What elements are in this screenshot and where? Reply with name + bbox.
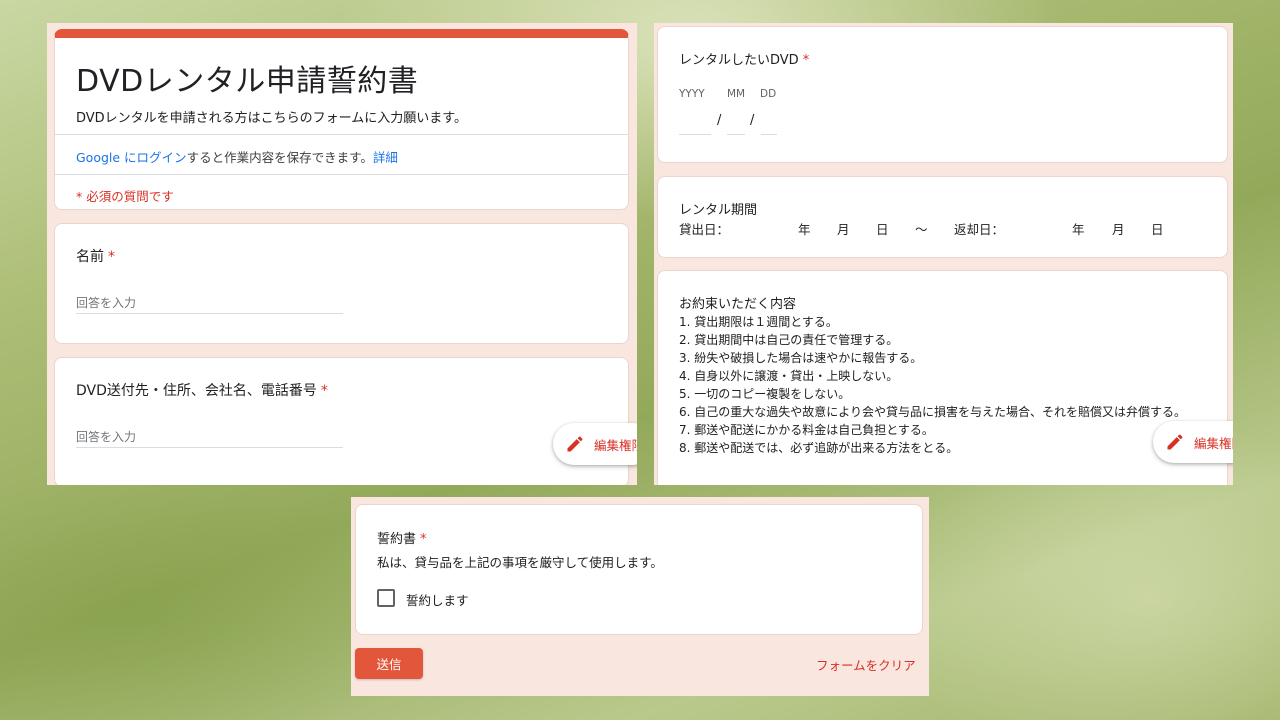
question-title: レンタルしたいDVD xyxy=(679,53,799,68)
pledge-checkbox-label[interactable]: 誓約します xyxy=(406,590,469,609)
terms-item: 3. 紛失や破損した場合は速やかに報告する。 xyxy=(679,351,923,365)
terms-item: 7. 郵送や配送にかかる料金は自己負担とする。 xyxy=(679,423,934,437)
day-format-label: DD xyxy=(760,88,777,100)
return-month-label: 月 xyxy=(1112,222,1125,237)
question-card-pledge: 誓約書 * 私は、貸与品を上記の事項を厳守して使用します。 誓約します xyxy=(355,504,923,635)
pencil-icon xyxy=(1167,434,1183,450)
return-date-label: 返却日： xyxy=(954,222,1005,237)
return-year-label: 年 xyxy=(1072,222,1085,237)
divider xyxy=(55,174,628,175)
tilde-separator: 〜 xyxy=(915,222,928,237)
terms-list: 1. 貸出期限は１週間とする。 2. 貸出期間中は自己の責任で管理する。 3. … xyxy=(679,313,1209,457)
rental-period-title: レンタル期間 xyxy=(679,203,758,218)
required-asterisk: * xyxy=(108,249,115,265)
login-notice-text: すると作業内容を保存できます。 xyxy=(186,150,373,165)
submit-button[interactable]: 送信 xyxy=(355,648,423,679)
month-input[interactable] xyxy=(727,115,745,135)
date-format-labels: YYYY MM DD xyxy=(679,88,776,100)
edit-permission-label: 編集権限 xyxy=(594,437,637,453)
loan-year-label: 年 xyxy=(798,222,811,237)
form-description: DVDレンタルを申請される方はこちらのフォームに入力願います。 xyxy=(76,111,467,126)
loan-month-label: 月 xyxy=(837,222,850,237)
form-panel-left: DVDレンタル申請誓約書 DVDレンタルを申請される方はこちらのフォームに入力願… xyxy=(47,23,637,485)
form-panel-bottom: 誓約書 * 私は、貸与品を上記の事項を厳守して使用します。 誓約します 送信 フォ… xyxy=(351,497,929,696)
form-panel-right: レンタルしたいDVD * YYYY MM DD / / レンタル期間 貸出日： 年 月… xyxy=(654,23,1233,485)
clear-form-link[interactable]: フォームをクリア xyxy=(816,655,916,674)
date-separator: / xyxy=(717,113,722,128)
edit-permission-button[interactable]: 編集権限 xyxy=(553,423,637,465)
address-input[interactable] xyxy=(76,426,343,448)
title-card: DVDレンタル申請誓約書 DVDレンタルを申請される方はこちらのフォームに入力願… xyxy=(54,29,629,210)
question-title: DVD送付先・住所、会社名、電話番号 xyxy=(76,383,317,399)
name-input[interactable] xyxy=(76,292,343,314)
rental-period-card: レンタル期間 貸出日： 年 月 日 〜 返却日： 年 月 日 xyxy=(657,176,1228,258)
loan-day-label: 日 xyxy=(876,222,889,237)
terms-title: お約束いただく内容 xyxy=(679,297,797,312)
required-asterisk: * xyxy=(420,532,427,547)
date-separator: / xyxy=(750,113,755,128)
divider xyxy=(55,134,628,135)
question-label-name: 名前 * xyxy=(76,246,115,266)
question-card-name: 名前 * xyxy=(54,223,629,344)
question-label-dvd: レンタルしたいDVD * xyxy=(679,49,809,68)
year-input[interactable] xyxy=(679,115,711,135)
terms-item: 6. 自己の重大な過失や故意により会や貸与品に損害を与えた場合、それを賠償又は弁… xyxy=(679,405,1187,419)
details-link[interactable]: 詳細 xyxy=(373,150,398,165)
terms-card: お約束いただく内容 1. 貸出期限は１週間とする。 2. 貸出期間中は自己の責任… xyxy=(657,270,1228,485)
pledge-checkbox[interactable] xyxy=(377,589,395,607)
required-asterisk: * xyxy=(320,383,328,399)
terms-item: 2. 貸出期間中は自己の責任で管理する。 xyxy=(679,333,899,347)
required-asterisk: * xyxy=(802,53,810,68)
terms-item: 1. 貸出期限は１週間とする。 xyxy=(679,315,838,329)
edit-permission-label: 編集権限 xyxy=(1194,435,1233,451)
terms-item: 4. 自身以外に譲渡・貸出・上映しない。 xyxy=(679,369,899,383)
year-format-label: YYYY xyxy=(679,88,705,100)
login-link[interactable]: Google にログイン xyxy=(76,150,187,165)
terms-item: 8. 郵送や配送では、必ず追跡が出来る方法をとる。 xyxy=(679,441,959,455)
login-notice: Google にログインすると作業内容を保存できます。詳細 xyxy=(76,147,398,166)
form-title: DVDレンタル申請誓約書 xyxy=(76,64,419,99)
question-title: 名前 xyxy=(76,249,104,265)
return-day-label: 日 xyxy=(1151,222,1164,237)
required-note: * 必須の質問です xyxy=(76,189,174,204)
edit-permission-button[interactable]: 編集権限 xyxy=(1153,421,1233,463)
pencil-icon xyxy=(567,436,583,452)
terms-item: 5. 一切のコピー複製をしない。 xyxy=(679,387,851,401)
question-label-address: DVD送付先・住所、会社名、電話番号 * xyxy=(76,380,328,400)
day-input[interactable] xyxy=(761,115,777,135)
question-title: 誓約書 xyxy=(377,532,417,547)
question-label-pledge: 誓約書 * xyxy=(377,528,427,547)
question-card-address: DVD送付先・住所、会社名、電話番号 * xyxy=(54,357,629,485)
pledge-description: 私は、貸与品を上記の事項を厳守して使用します。 xyxy=(377,555,663,570)
loan-date-label: 貸出日： xyxy=(679,222,730,237)
question-card-dvd: レンタルしたいDVD * YYYY MM DD / / xyxy=(657,26,1228,163)
month-format-label: MM xyxy=(727,88,746,100)
